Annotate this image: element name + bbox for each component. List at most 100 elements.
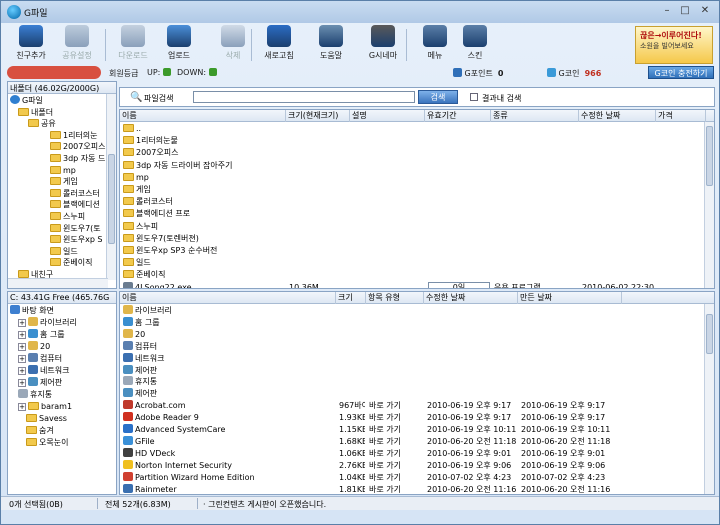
expand-icon[interactable]: + bbox=[18, 331, 26, 339]
download-button[interactable]: 다운로드 bbox=[111, 25, 155, 65]
help-button[interactable]: 도움말 bbox=[309, 25, 353, 65]
file-row[interactable]: 롤러코스터 bbox=[120, 196, 714, 208]
tree-item-3[interactable]: 1리터의눈 bbox=[50, 130, 98, 142]
expand-icon[interactable]: + bbox=[18, 367, 26, 375]
expand-icon[interactable]: + bbox=[18, 355, 26, 363]
file-list-scrollbar[interactable] bbox=[704, 122, 714, 288]
local-file-row[interactable]: 컴퓨터 bbox=[120, 340, 714, 353]
local-column-header-4[interactable]: 만든 날짜 bbox=[518, 292, 622, 304]
folder-tree-scrollbar[interactable] bbox=[106, 94, 116, 280]
file-row[interactable]: 게임 bbox=[120, 184, 714, 196]
tree-item-10[interactable]: 스누피 bbox=[50, 211, 85, 223]
local-tree-item-6[interactable]: + 제어판 bbox=[18, 377, 62, 389]
local-tree-item-10[interactable]: 숨겨 bbox=[26, 425, 54, 437]
tree-item-1[interactable]: 내폴더 bbox=[18, 107, 53, 119]
tree-item-0[interactable]: G파일 bbox=[10, 95, 43, 107]
file-row[interactable]: 준베이직 bbox=[120, 269, 714, 281]
minimize-button[interactable]: – bbox=[660, 4, 674, 18]
local-file-row[interactable]: Acrobat.com 967바이트 바로 가기 2010-06-19 오후 9:17… bbox=[120, 400, 714, 412]
column-header-0[interactable]: 이름 bbox=[120, 110, 286, 122]
local-file-row[interactable]: Adobe Reader 9 1.93KB 바로 가기 2010-06-19 오후 9… bbox=[120, 412, 714, 424]
tree-item-2[interactable]: 공유 bbox=[28, 118, 56, 130]
local-column-header-0[interactable]: 이름 bbox=[120, 292, 336, 304]
file-row[interactable]: 3dp 자동 드라이버 잡아주기 bbox=[120, 160, 714, 172]
column-header-2[interactable]: 설명 bbox=[350, 110, 425, 122]
scroll-thumb[interactable] bbox=[108, 154, 115, 244]
local-list-scrollbar[interactable] bbox=[704, 304, 714, 494]
file-row[interactable]: .. bbox=[120, 123, 714, 135]
local-file-row[interactable]: Rainmeter 1.81KB 바로 가기 2010-06-20 오전 11:16 2… bbox=[120, 483, 714, 495]
ad-banner[interactable]: 끊은→이루어진다! 소원을 빌어보세요 bbox=[635, 26, 713, 64]
share-settings-button[interactable]: 공유설정 bbox=[55, 25, 99, 65]
column-header-5[interactable]: 수정한 날짜 bbox=[579, 110, 656, 122]
add-friend-button[interactable]: 친구추가 bbox=[9, 25, 53, 65]
local-tree-item-4[interactable]: + 컴퓨터 bbox=[18, 353, 62, 365]
local-tree-item-0[interactable]: 바탕 화면 bbox=[10, 305, 54, 317]
file-row[interactable]: 일드 bbox=[120, 257, 714, 269]
file-row[interactable]: 윈도우7(토렌버젼) bbox=[120, 233, 714, 245]
search-button[interactable]: 검색 bbox=[418, 90, 458, 104]
refresh-button[interactable]: 새로고침 bbox=[257, 25, 301, 65]
local-tree-item-3[interactable]: +20 bbox=[18, 341, 50, 353]
file-row[interactable]: 4LSong22.exe 10.36M 0일 응용 프로그램 2010-06-02 22… bbox=[120, 281, 714, 288]
search-within-results-checkbox[interactable] bbox=[470, 93, 478, 101]
local-column-header-2[interactable]: 항목 유형 bbox=[366, 292, 424, 304]
skin-button[interactable]: 스킨 bbox=[453, 25, 497, 65]
file-row[interactable]: 1리터의눈물 bbox=[120, 135, 714, 147]
tree-item-11[interactable]: 윈도우7(토 bbox=[50, 223, 101, 235]
expand-icon[interactable]: + bbox=[18, 319, 26, 327]
expand-icon[interactable]: + bbox=[18, 343, 26, 351]
file-row[interactable]: 2007오피스 bbox=[120, 147, 714, 159]
file-row[interactable]: 블랙에디션 프로 bbox=[120, 208, 714, 220]
local-column-header-1[interactable]: 크기 bbox=[336, 292, 366, 304]
tree-item-4[interactable]: 2007오피스 bbox=[50, 141, 105, 153]
local-tree-item-1[interactable]: + 라이브러리 bbox=[18, 317, 77, 329]
file-row[interactable]: 윈도우xp SP3 순수버전 bbox=[120, 245, 714, 257]
local-tree-item-9[interactable]: Savess bbox=[26, 413, 67, 425]
local-file-row[interactable]: 20 bbox=[120, 328, 714, 341]
scroll-thumb[interactable] bbox=[706, 126, 713, 186]
tree-item-14[interactable]: 준베이직 bbox=[50, 257, 92, 269]
tree-item-6[interactable]: mp bbox=[50, 165, 76, 177]
local-file-row[interactable]: 홈 그룹 bbox=[120, 316, 714, 329]
tree-item-13[interactable]: 일드 bbox=[50, 246, 78, 258]
local-tree-item-8[interactable]: + baram1 bbox=[18, 401, 72, 413]
close-button[interactable]: ✕ bbox=[698, 4, 712, 18]
local-column-header-3[interactable]: 수정한 날짜 bbox=[424, 292, 518, 304]
local-file-row[interactable]: 제어판 bbox=[120, 388, 714, 400]
local-tree-item-7[interactable]: 휴지통 bbox=[18, 389, 52, 401]
local-file-row[interactable]: Norton Internet Security 2.76KB 바로 가기 2010-… bbox=[120, 459, 714, 472]
file-row[interactable]: mp bbox=[120, 172, 714, 184]
local-tree-item-5[interactable]: + 네트워크 bbox=[18, 365, 69, 377]
menu-button[interactable]: 메뉴 bbox=[413, 25, 457, 65]
column-header-3[interactable]: 유효기간 bbox=[425, 110, 491, 122]
local-file-row[interactable]: 라이브러리 bbox=[120, 305, 714, 317]
column-header-1[interactable]: 크기(현재크기) bbox=[286, 110, 350, 122]
expand-icon[interactable]: + bbox=[18, 379, 26, 387]
local-tree-item-11[interactable]: 오목눈이 bbox=[26, 437, 68, 449]
column-header-6[interactable]: 가격 bbox=[656, 110, 706, 122]
folder-tree-hscroll[interactable] bbox=[8, 278, 108, 288]
local-file-row[interactable]: 휴지통 bbox=[120, 376, 714, 388]
tree-item-7[interactable]: 게임 bbox=[50, 176, 78, 188]
local-file-row[interactable]: 네트워크 bbox=[120, 352, 714, 365]
expand-icon[interactable]: + bbox=[18, 403, 26, 411]
tree-item-5[interactable]: 3dp 자동 드 bbox=[50, 153, 105, 165]
tree-item-12[interactable]: 윈도우xp S bbox=[50, 234, 103, 246]
local-tree-item-2[interactable]: + 홈 그룹 bbox=[18, 329, 65, 341]
column-header-4[interactable]: 종류 bbox=[491, 110, 579, 122]
local-file-row[interactable]: Advanced SystemCare 1.15KB 바로 가기 2010-06-19… bbox=[120, 424, 714, 436]
local-file-row[interactable]: Partition Wizard Home Edition 1.04KB 바로 가기… bbox=[120, 471, 714, 484]
gcinema-button[interactable]: G시네마 bbox=[361, 25, 405, 65]
tree-item-9[interactable]: 블랙에디션 bbox=[50, 199, 100, 211]
scroll-thumb[interactable] bbox=[706, 314, 713, 354]
maximize-button[interactable]: □ bbox=[678, 4, 692, 18]
charge-gcoin-button[interactable]: G코인 충전하기 bbox=[648, 66, 714, 79]
local-file-row[interactable]: GFile 1.68KB 바로 가기 2010-06-20 오전 11:18 2010-… bbox=[120, 435, 714, 448]
upload-button[interactable]: 업로드 bbox=[157, 25, 201, 65]
file-row[interactable]: 스누피 bbox=[120, 221, 714, 233]
tree-item-8[interactable]: 롤러코스터 bbox=[50, 188, 100, 200]
title-bar[interactable]: G파일 – □ ✕ bbox=[1, 1, 719, 23]
local-file-row[interactable]: HD VDeck 1.06KB 바로 가기 2010-06-19 오후 9:01 201… bbox=[120, 447, 714, 460]
local-file-row[interactable]: 제어판 bbox=[120, 364, 714, 377]
